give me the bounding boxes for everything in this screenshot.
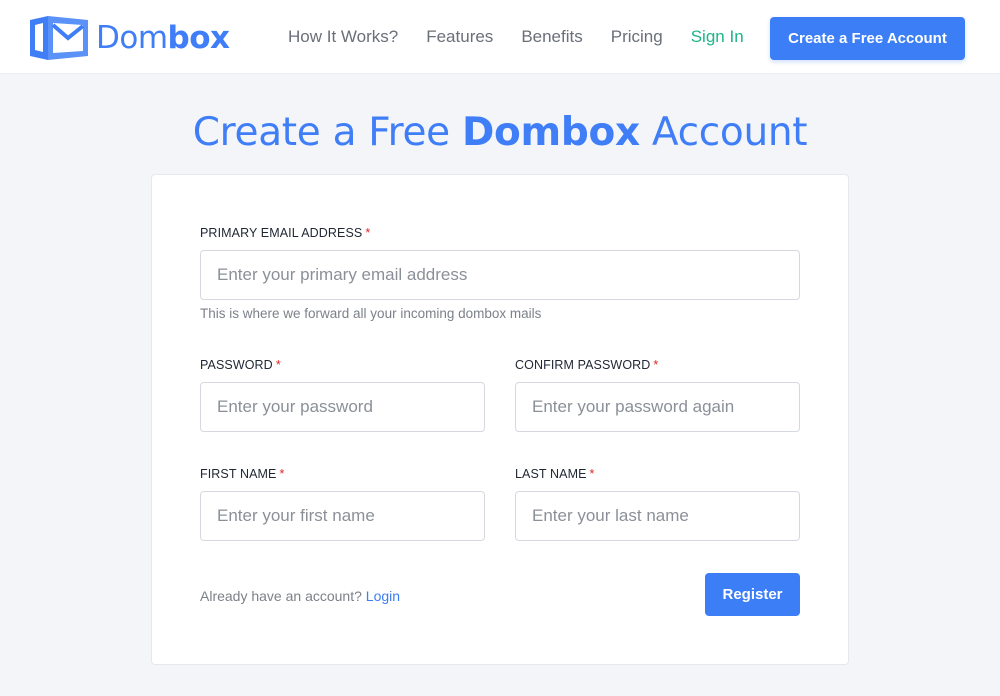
page-title-brand: Dombox bbox=[461, 110, 640, 155]
nav-benefits[interactable]: Benefits bbox=[521, 27, 582, 47]
last-name-label: LAST NAME * bbox=[515, 467, 595, 481]
email-help-text: This is where we forward all your incomi… bbox=[200, 306, 542, 321]
password-label: PASSWORD * bbox=[200, 358, 281, 372]
confirm-password-input[interactable] bbox=[515, 382, 800, 432]
nav-features[interactable]: Features bbox=[426, 27, 493, 47]
page-title: Create a Free Dombox Account bbox=[0, 110, 1000, 155]
already-have-account-text: Already have an account? Login bbox=[200, 588, 401, 604]
register-button[interactable]: Register bbox=[705, 573, 800, 616]
required-marker: * bbox=[365, 226, 371, 240]
dombox-logo-icon bbox=[30, 16, 88, 60]
page-title-pre: Create a Free bbox=[192, 110, 462, 155]
password-input[interactable] bbox=[200, 382, 485, 432]
required-marker: * bbox=[279, 467, 285, 481]
nav-pricing[interactable]: Pricing bbox=[611, 27, 663, 47]
main-nav: How It Works? Features Benefits Pricing … bbox=[288, 0, 772, 74]
required-marker: * bbox=[589, 467, 595, 481]
email-label: PRIMARY EMAIL ADDRESS * bbox=[200, 226, 371, 240]
first-name-label: FIRST NAME * bbox=[200, 467, 285, 481]
required-marker: * bbox=[653, 358, 659, 372]
top-navbar: Dombox How It Works? Features Benefits P… bbox=[0, 0, 1000, 74]
page-title-post: Account bbox=[639, 110, 808, 155]
email-input[interactable] bbox=[200, 250, 800, 300]
login-link[interactable]: Login bbox=[366, 588, 400, 604]
first-name-input[interactable] bbox=[200, 491, 485, 541]
confirm-password-label: CONFIRM PASSWORD * bbox=[515, 358, 659, 372]
logo-wordmark: Dombox bbox=[96, 19, 230, 56]
last-name-input[interactable] bbox=[515, 491, 800, 541]
create-free-account-button[interactable]: Create a Free Account bbox=[770, 17, 965, 60]
nav-sign-in[interactable]: Sign In bbox=[691, 27, 744, 47]
nav-how-it-works[interactable]: How It Works? bbox=[288, 27, 398, 47]
dombox-logo[interactable]: Dombox bbox=[26, 13, 230, 63]
signup-form-card: PRIMARY EMAIL ADDRESS* This is where we … bbox=[151, 174, 849, 665]
required-marker: * bbox=[275, 358, 281, 372]
